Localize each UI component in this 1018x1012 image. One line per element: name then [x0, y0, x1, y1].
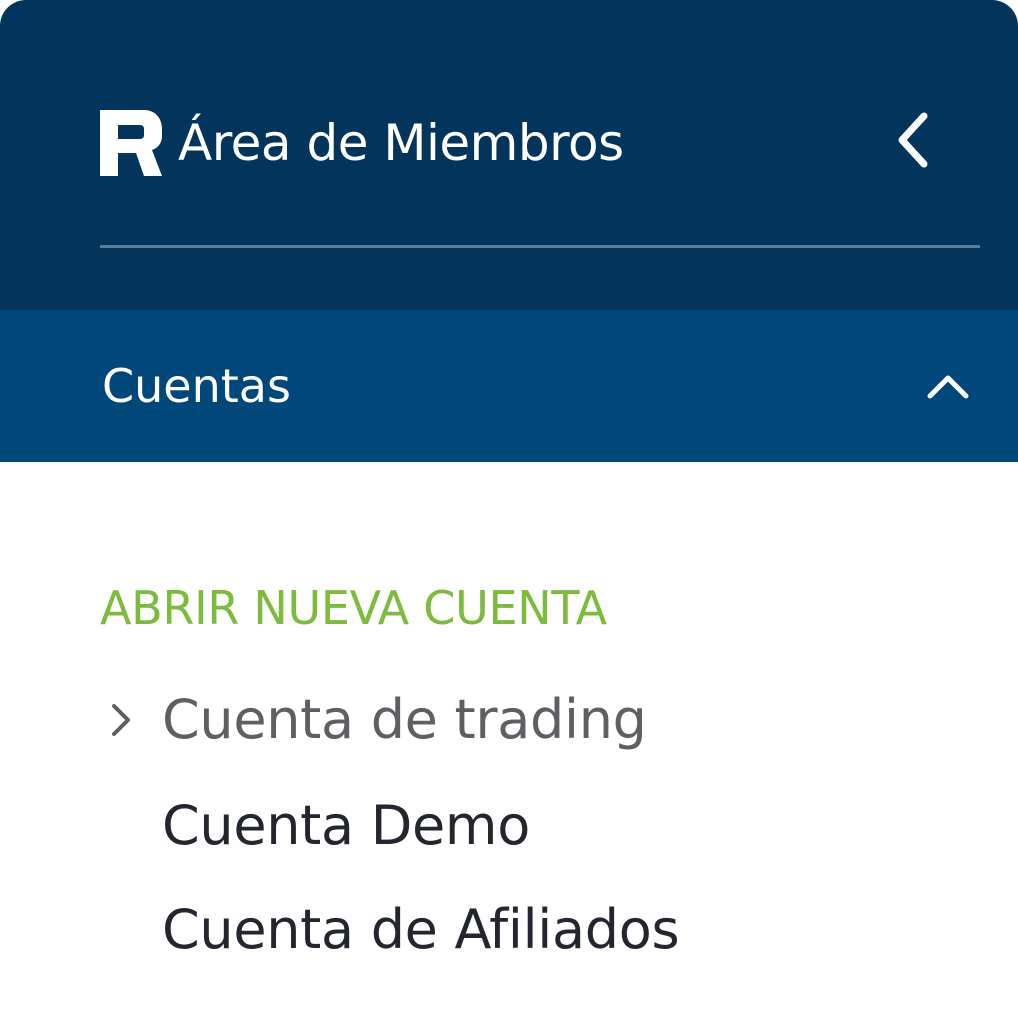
menu-item-label: Cuenta de trading: [162, 688, 647, 751]
chevron-left-icon: [898, 112, 928, 168]
menu-item-cuenta-de-afiliados[interactable]: Cuenta de Afiliados: [100, 890, 800, 970]
menu-item-cuenta-de-trading[interactable]: Cuenta de trading: [100, 680, 800, 760]
menu-item-cuenta-demo[interactable]: Cuenta Demo: [100, 786, 800, 866]
members-sidebar-panel: Área de Miembros Cuentas ABRIR NUEVA CUE…: [0, 0, 1018, 1012]
chevron-right-icon: [112, 704, 130, 736]
section-toggle[interactable]: [918, 354, 978, 418]
collapse-sidebar-button[interactable]: [880, 104, 944, 176]
sidebar-header: Área de Miembros: [0, 0, 1018, 310]
menu-group-title: ABRIR NUEVA CUENTA: [100, 581, 607, 635]
section-cuentas-header[interactable]: Cuentas: [0, 310, 1018, 462]
section-title: Cuentas: [102, 359, 291, 413]
brand: Área de Miembros: [100, 108, 624, 178]
page-title: Área de Miembros: [178, 114, 624, 172]
chevron-up-icon: [927, 375, 969, 399]
roboforex-r-logo: [100, 110, 162, 176]
menu-item-label: Cuenta de Afiliados: [162, 898, 680, 961]
menu-item-label: Cuenta Demo: [162, 794, 530, 857]
header-divider: [100, 245, 980, 248]
